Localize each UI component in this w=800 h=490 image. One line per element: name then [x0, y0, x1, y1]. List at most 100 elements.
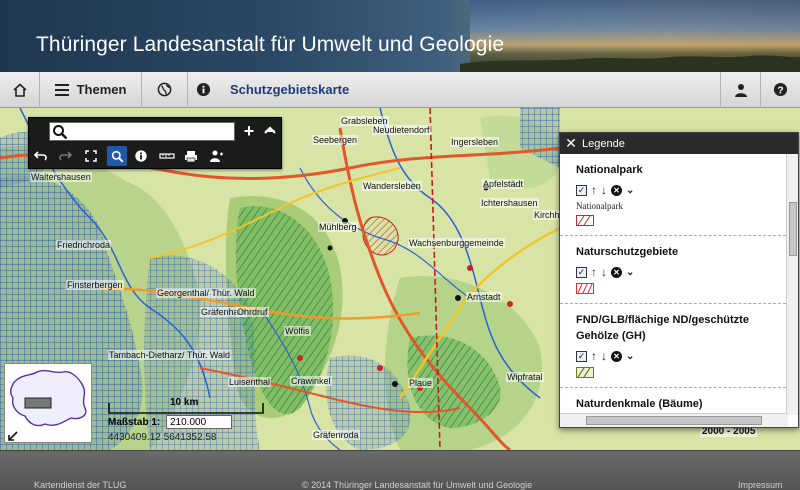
home-icon	[12, 82, 27, 97]
zoom-in-button[interactable]: +	[238, 121, 260, 141]
legend-swatch	[576, 215, 594, 226]
place-label: Arnstadt	[466, 292, 502, 302]
scale-label: 10 km	[170, 397, 199, 408]
legend-section-title: Naturschutzgebiete	[576, 246, 679, 258]
overview-toggle-icon[interactable]	[7, 430, 19, 442]
legend-controls: ✓ ↑ ↓ ✕ ⌄	[576, 349, 772, 363]
place-label: Wandersleben	[362, 181, 422, 191]
svg-text:?: ?	[777, 85, 783, 96]
place-label: Wachsenburggemeinde	[408, 238, 505, 248]
legend-section-nationalpark: Nationalpark ✓ ↑ ↓ ✕ ⌄ Nationalpark	[560, 154, 786, 236]
menu-icon	[54, 83, 69, 96]
nav-bar: Themen Schutzgebietskarte ?	[0, 71, 800, 108]
info-icon	[196, 82, 210, 97]
place-label: Plaue	[408, 378, 434, 388]
move-down-icon[interactable]: ↓	[601, 266, 607, 278]
app-header: Thüringer Landesanstalt für Umwelt und G…	[0, 0, 800, 72]
legend-swatch	[576, 367, 594, 378]
place-label: Seebergen	[312, 135, 359, 145]
undo-button[interactable]	[31, 146, 51, 166]
remove-layer-icon[interactable]: ✕	[611, 184, 622, 196]
search-icon	[53, 125, 68, 140]
place-label: Luisenthal	[228, 377, 272, 387]
info-button[interactable]	[188, 72, 218, 108]
search-box	[49, 122, 235, 141]
printer-icon	[185, 150, 197, 162]
layer-visibility-checkbox[interactable]: ✓	[576, 184, 587, 196]
layer-visibility-checkbox[interactable]: ✓	[576, 266, 587, 278]
help-icon: ?	[773, 82, 788, 96]
move-up-icon[interactable]: ↑	[591, 350, 597, 362]
page-title: Thüringer Landesanstalt für Umwelt und G…	[36, 33, 505, 56]
chevron-down-icon[interactable]: ⌄	[626, 267, 634, 278]
chevron-down-icon[interactable]: ⌄	[626, 351, 634, 362]
share-button[interactable]	[207, 146, 227, 166]
expand-icon	[85, 150, 97, 162]
print-button[interactable]	[181, 146, 201, 166]
place-label: Georgenthal/ Thür. Wald	[156, 288, 256, 298]
legend-section-title: Naturdenkmale (Bäume)	[576, 398, 703, 410]
redo-button[interactable]	[55, 146, 75, 166]
place-label: Ichtershausen	[480, 198, 539, 208]
place-label: Wölfis	[284, 326, 311, 336]
place-label: Gräfenroda	[312, 430, 360, 440]
undo-icon	[34, 151, 47, 161]
legend-header: ✕ Legende	[560, 133, 798, 154]
info-tool-button[interactable]	[131, 146, 151, 166]
legend-controls: ✓ ↑ ↓ ✕ ⌄	[576, 265, 772, 279]
map-toolbar: + −	[28, 117, 282, 169]
move-up-icon[interactable]: ↑	[591, 184, 597, 196]
legend-swatch	[576, 283, 594, 294]
collapse-toolbar-icon[interactable]	[264, 125, 276, 135]
overview-map[interactable]	[4, 363, 92, 443]
place-label: Ingersleben	[450, 137, 500, 147]
legend-vertical-scrollbar[interactable]	[786, 154, 798, 415]
footer-copyright: © 2014 Thüringer Landesanstalt für Umwel…	[302, 480, 533, 490]
place-label: Tambach-Dietharz/ Thür. Wald	[108, 350, 232, 360]
header-hills	[460, 55, 800, 72]
close-legend-icon[interactable]: ✕	[560, 135, 582, 152]
masstab-label: Maßstab 1:	[108, 417, 161, 428]
home-button[interactable]	[0, 71, 40, 108]
legend-horizontal-scrollbar[interactable]	[560, 413, 788, 427]
legend-section-nsg: Naturschutzgebiete ✓ ↑ ↓ ✕ ⌄	[560, 236, 786, 304]
legend-body: Nationalpark ✓ ↑ ↓ ✕ ⌄ Nationalpark Natu…	[560, 154, 786, 413]
themen-label: Themen	[76, 82, 127, 97]
remove-layer-icon[interactable]: ✕	[611, 350, 622, 362]
ruler-icon	[159, 153, 175, 159]
masstab-input[interactable]	[166, 415, 232, 429]
themen-button[interactable]: Themen	[40, 71, 142, 108]
move-down-icon[interactable]: ↓	[601, 184, 607, 196]
remove-layer-icon[interactable]: ✕	[611, 266, 622, 278]
place-label: Kirchh	[533, 210, 561, 220]
impressum-link[interactable]: Impressum	[738, 480, 783, 490]
info-icon	[135, 150, 147, 162]
footer-left-text: Kartendienst der TLUG	[34, 480, 127, 490]
move-down-icon[interactable]: ↓	[601, 350, 607, 362]
move-up-icon[interactable]: ↑	[591, 266, 597, 278]
place-label: Friedrichroda	[56, 240, 112, 250]
help-button[interactable]: ?	[760, 71, 800, 108]
place-label: Neudietendorf	[372, 125, 431, 135]
place-label: Ohrdruf	[236, 307, 269, 317]
fullscreen-button[interactable]	[81, 146, 101, 166]
magnifier-icon	[111, 150, 123, 162]
chevron-down-icon[interactable]: ⌄	[626, 185, 634, 196]
place-label: Finsterbergen	[66, 280, 124, 290]
search-input[interactable]	[70, 124, 230, 139]
place-label: Wipfratal	[506, 372, 544, 382]
zoom-tool-button[interactable]	[107, 146, 127, 166]
map-title: Schutzgebietskarte	[230, 82, 350, 97]
legend-section-nd: Naturdenkmale (Bäume)	[560, 388, 786, 413]
coordinates-readout: 4430409.12 5641352.58	[108, 432, 217, 443]
legend-section-fnd: FND/GLB/flächige ND/geschützte Gehölze (…	[560, 304, 786, 388]
layer-visibility-checkbox[interactable]: ✓	[576, 350, 587, 362]
place-label: Apfelstädt	[482, 179, 525, 189]
measure-tool-button[interactable]	[157, 146, 177, 166]
place-label: Crawinkel	[290, 376, 332, 386]
globe-button[interactable]	[142, 71, 188, 108]
globe-icon	[157, 82, 172, 97]
legend-panel: ✕ Legende Nationalpark ✓ ↑ ↓ ✕ ⌄ Nationa…	[559, 132, 799, 428]
legend-section-title: FND/GLB/flächige ND/geschützte Gehölze (…	[576, 314, 749, 342]
user-button[interactable]	[720, 71, 760, 108]
